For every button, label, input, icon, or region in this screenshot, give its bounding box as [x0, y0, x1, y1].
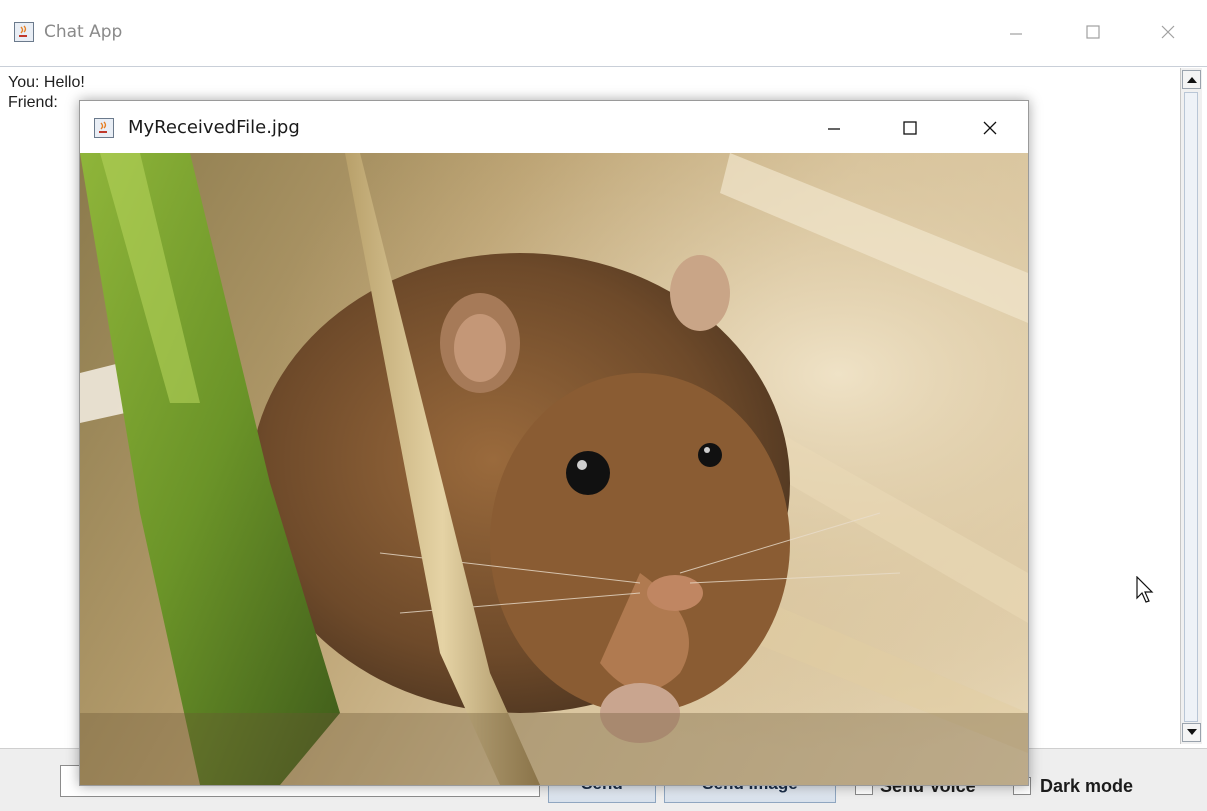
scroll-down-button[interactable]: [1182, 723, 1201, 742]
viewer-titlebar[interactable]: MyReceivedFile.jpg: [80, 101, 1028, 153]
viewer-maximize-button[interactable]: [888, 109, 932, 147]
viewer-title: MyReceivedFile.jpg: [128, 117, 300, 138]
image-viewer-window[interactable]: MyReceivedFile.jpg: [79, 100, 1029, 786]
vertical-scrollbar[interactable]: [1180, 68, 1202, 744]
mouse-cursor-icon: [1136, 575, 1156, 609]
maximize-button[interactable]: [1073, 14, 1113, 50]
scroll-up-button[interactable]: [1182, 70, 1201, 89]
received-image: [80, 153, 1028, 785]
java-app-icon: [94, 118, 114, 138]
chat-message: You: Hello!: [8, 74, 85, 91]
viewer-close-button[interactable]: [968, 109, 1012, 147]
minimize-button[interactable]: [996, 14, 1036, 50]
main-titlebar[interactable]: Chat App: [0, 0, 1207, 67]
close-button[interactable]: [1148, 14, 1188, 50]
java-app-icon: [14, 22, 34, 42]
scrollbar-track[interactable]: [1184, 92, 1198, 722]
window-title: Chat App: [44, 22, 123, 42]
dark-mode-label[interactable]: Dark mode: [1040, 776, 1133, 797]
chat-message: Friend:: [8, 94, 58, 111]
viewer-minimize-button[interactable]: [812, 109, 856, 147]
